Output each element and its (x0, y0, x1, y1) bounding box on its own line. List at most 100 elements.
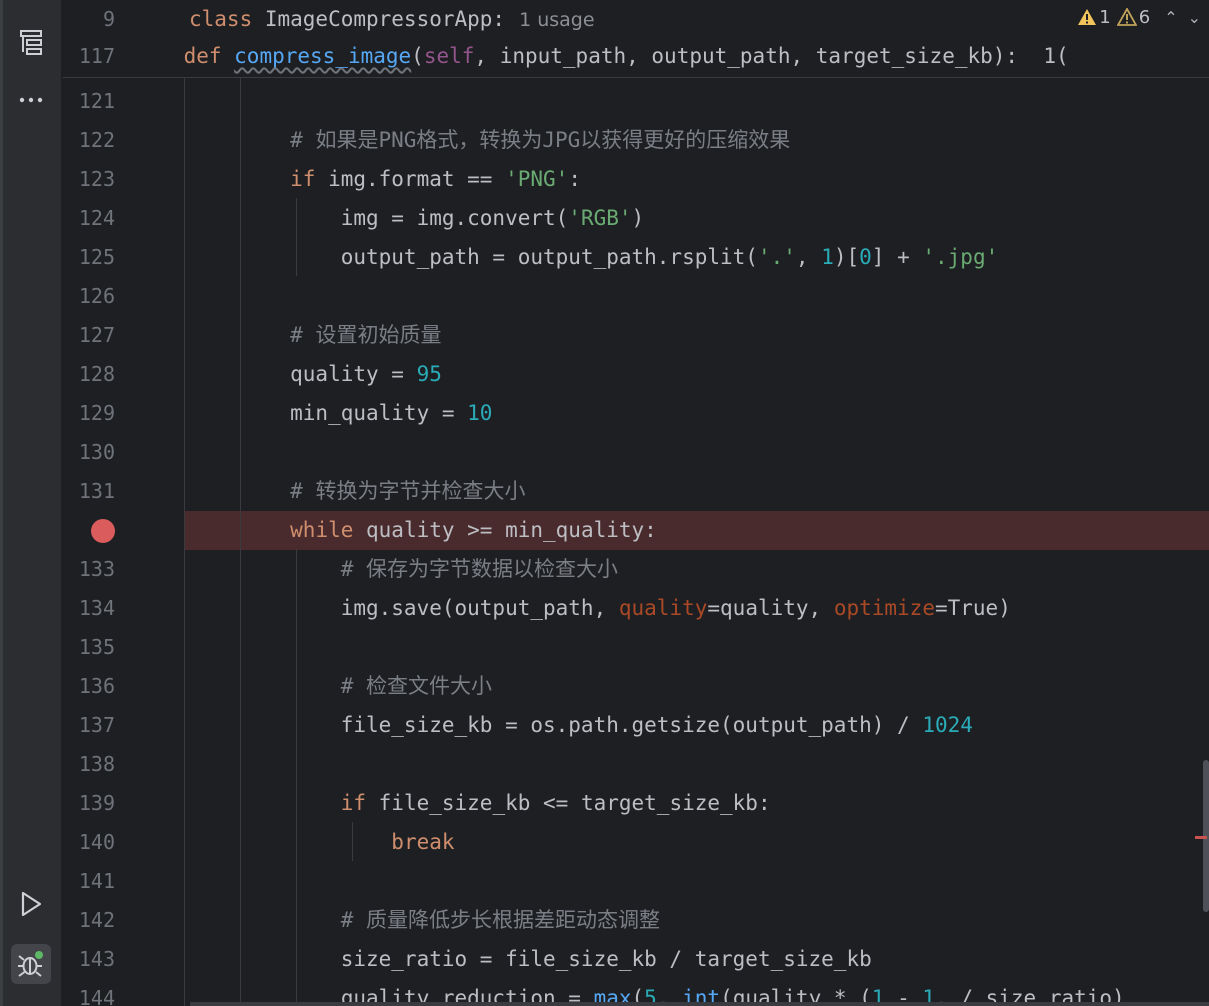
code-line[interactable]: 131 # 转换为字节并检查大小 (63, 472, 1209, 511)
code-line[interactable]: 121 (63, 82, 1209, 121)
line-number[interactable]: 129 (63, 394, 115, 433)
sticky-code-line-0: class ImageCompressorApp: 1 usage (189, 0, 595, 40)
line-number[interactable]: 136 (63, 667, 115, 706)
code-token: optimize (833, 596, 935, 620)
line-number[interactable]: 128 (63, 355, 115, 394)
line-number[interactable]: 127 (63, 316, 115, 355)
code-line[interactable]: 122 # 如果是PNG格式，转换为JPG以获得更好的压缩效果 (63, 121, 1209, 160)
line-number[interactable]: 123 (63, 160, 115, 199)
horizontal-scrollbar[interactable] (190, 1002, 1209, 1006)
code-line[interactable]: 138 (63, 745, 1209, 784)
code-token: if (340, 791, 379, 815)
code-token: # 质量降低步长根据差距动态调整 (340, 908, 661, 932)
code-token: self (423, 44, 475, 68)
debug-icon[interactable] (11, 944, 51, 984)
warning-counter[interactable]: 1 (1077, 7, 1111, 28)
code-line[interactable]: 129 min_quality = 10 (63, 394, 1209, 433)
code-token: min_quality = (189, 401, 468, 425)
indent-guide (352, 822, 353, 861)
line-number[interactable]: 144 (63, 979, 115, 1006)
more-icon[interactable] (11, 80, 51, 120)
breakpoint-icon[interactable] (91, 519, 115, 543)
sticky-line[interactable]: 117 def compress_image(self, input_path,… (63, 37, 1209, 76)
code-line[interactable]: 130 (63, 433, 1209, 472)
code-token: 1 (821, 245, 834, 269)
line-number[interactable]: 124 (63, 199, 115, 238)
run-icon[interactable] (11, 884, 51, 924)
usage-hint[interactable]: 1 usage (519, 9, 594, 31)
line-number[interactable]: 141 (63, 862, 115, 901)
code-line[interactable]: 127 # 设置初始质量 (63, 316, 1209, 355)
code-token: 95 (416, 362, 442, 386)
line-number[interactable]: 142 (63, 901, 115, 940)
warning-icon (1078, 9, 1097, 25)
code-line[interactable]: 126 (63, 277, 1209, 316)
sticky-line[interactable]: 9 class ImageCompressorApp: 1 usage (63, 0, 1209, 39)
chevron-up-icon[interactable]: ⌃ (1164, 8, 1177, 27)
code-line[interactable]: 124 img = img.convert('RGB') (63, 199, 1209, 238)
code-token: file_size_kb = os.path.getsize(output_pa… (189, 713, 923, 737)
code-token: ( (411, 44, 424, 68)
error-stripe-marker[interactable] (1195, 836, 1207, 839)
line-number[interactable]: 130 (63, 433, 115, 472)
gutter[interactable] (63, 511, 184, 550)
code-token: def (183, 44, 235, 68)
code-token: # 检查文件大小 (340, 674, 493, 698)
code-line[interactable]: 133 # 保存为字节数据以检查大小 (63, 550, 1209, 589)
line-number[interactable]: 131 (63, 472, 115, 511)
code-editor[interactable]: 9 class ImageCompressorApp: 1 usage 117 d… (63, 0, 1209, 1006)
code-token: 0 (859, 245, 872, 269)
code-token: # 设置初始质量 (290, 323, 442, 347)
code-line[interactable]: 137 file_size_kb = os.path.getsize(outpu… (63, 706, 1209, 745)
code-line[interactable]: 134 img.save(output_path, quality=qualit… (63, 589, 1209, 628)
code-line[interactable]: 139 if file_size_kb <= target_size_kb: (63, 784, 1209, 823)
code-token: # 如果是PNG格式，转换为JPG以获得更好的压缩效果 (290, 128, 791, 152)
line-number[interactable]: 139 (63, 784, 115, 823)
code-line[interactable]: 142 # 质量降低步长根据差距动态调整 (63, 901, 1209, 940)
code-line[interactable]: 136 # 检查文件大小 (63, 667, 1209, 706)
structure-icon[interactable] (11, 22, 51, 62)
code-text: break (189, 823, 455, 862)
code-text: img.save(output_path, quality=quality, o… (189, 589, 1011, 628)
line-number[interactable]: 133 (63, 550, 115, 589)
line-number[interactable]: 126 (63, 277, 115, 316)
line-number[interactable]: 122 (63, 121, 115, 160)
code-line[interactable]: 125 output_path = output_path.rsplit('.'… (63, 238, 1209, 277)
code-line[interactable]: 140 break (63, 823, 1209, 862)
indent-guide (296, 198, 297, 276)
code-line[interactable]: 143 size_ratio = file_size_kb / target_s… (63, 940, 1209, 979)
chevron-down-icon[interactable]: ⌄ (1188, 8, 1201, 27)
line-number[interactable]: 140 (63, 823, 115, 862)
line-number[interactable]: 134 (63, 589, 115, 628)
sticky-code-line-1: def compress_image(self, input_path, out… (133, 37, 1069, 76)
code-token: =True) (934, 596, 1011, 620)
code-token: : (568, 167, 581, 191)
code-line[interactable]: 135 (63, 628, 1209, 667)
weak-warning-counter[interactable]: 6 (1116, 7, 1150, 28)
code-token: class (189, 7, 265, 31)
code-token: break (391, 830, 455, 854)
breakpoint-line[interactable]: while quality >= min_quality: (63, 511, 1209, 550)
code-line[interactable]: 128 quality = 95 (63, 355, 1209, 394)
code-text: if file_size_kb <= target_size_kb: (189, 784, 771, 823)
code-lines[interactable]: 121 122 # 如果是PNG格式，转换为JPG以获得更好的压缩效果 123 if… (63, 82, 1209, 1006)
code-token: 'PNG' (505, 167, 569, 191)
line-number[interactable]: 137 (63, 706, 115, 745)
sticky-lines-header[interactable]: 9 class ImageCompressorApp: 1 usage 117 d… (63, 0, 1209, 78)
code-text: output_path = output_path.rsplit('.', 1)… (189, 238, 999, 277)
code-text: # 设置初始质量 (189, 316, 441, 355)
code-line[interactable]: 141 (63, 862, 1209, 901)
weak-warning-icon (1116, 8, 1137, 26)
line-number[interactable]: 135 (63, 628, 115, 667)
code-token: '.' (757, 245, 796, 269)
code-line[interactable]: 123 if img.format == 'PNG': (63, 160, 1209, 199)
line-number[interactable]: 143 (63, 940, 115, 979)
line-number[interactable]: 138 (63, 745, 115, 784)
line-number[interactable]: 125 (63, 238, 115, 277)
line-number[interactable]: 121 (63, 82, 115, 121)
code-text: # 检查文件大小 (189, 667, 492, 706)
code-token: 1024 (922, 713, 973, 737)
inspection-widget[interactable]: 1 6 ⌃ ⌄ (1077, 4, 1201, 30)
